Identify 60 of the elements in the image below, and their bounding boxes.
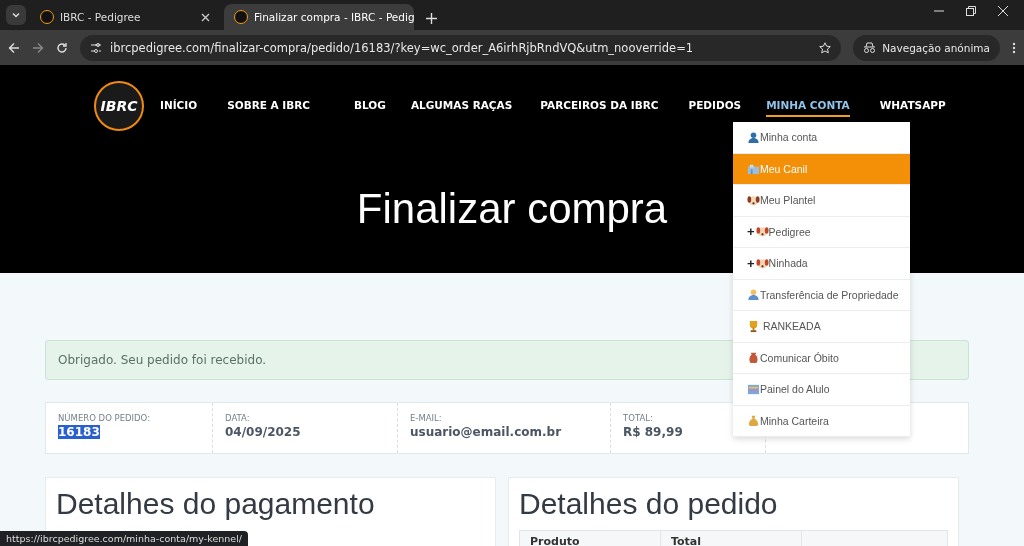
nav-link[interactable]: PEDIDOS <box>688 95 742 117</box>
overview-value: R$ 89,99 <box>623 425 683 439</box>
nav-link[interactable]: ALGUMAS RAÇAS <box>410 95 513 117</box>
add-dog-icon <box>755 225 769 239</box>
star-icon[interactable] <box>819 41 832 54</box>
site-logo[interactable]: IBRC <box>94 81 144 131</box>
urn-icon <box>747 351 760 365</box>
back-icon[interactable] <box>8 41 20 54</box>
more-icon[interactable] <box>1012 41 1016 54</box>
new-tab-icon[interactable] <box>426 13 437 24</box>
site-logo-icon <box>40 10 54 24</box>
overview-value: 16183 <box>58 425 100 439</box>
column-header: Total <box>661 531 802 546</box>
close-icon[interactable] <box>201 12 210 22</box>
bag-icon <box>747 414 760 428</box>
nav-link[interactable]: INÍCIO <box>160 95 198 117</box>
overview-label: E-MAIL: <box>410 413 443 423</box>
incognito-icon <box>863 42 877 53</box>
nav-link[interactable]: BLOG <box>354 95 386 117</box>
status-bar-url: https://ibrcpedigree.com/minha-conta/my-kennel/ <box>0 531 248 546</box>
overview-label: TOTAL: <box>623 413 654 423</box>
menu-item[interactable]: RANKEADA <box>733 311 910 343</box>
menu-item[interactable]: Comunicar Óbito <box>733 342 910 374</box>
browser-tab[interactable]: Finalizar compra - IBRC - Pedig <box>224 4 414 30</box>
section-heading: Detalhes do pagamento <box>56 486 376 522</box>
browser-tab[interactable]: IBRC - Pedigree <box>30 4 220 30</box>
menu-item[interactable]: Painel do Alulo <box>733 374 910 406</box>
menu-item[interactable]: + Pedigree <box>733 216 910 248</box>
incognito-button[interactable]: Navegação anónima <box>853 34 1000 61</box>
forward-icon[interactable] <box>32 41 44 54</box>
site-logo-icon <box>234 10 248 24</box>
close-icon[interactable] <box>998 6 1008 16</box>
menu-item[interactable]: Minha conta <box>733 122 910 154</box>
chevron-down-icon <box>11 10 21 20</box>
overview-label: NÚMERO DO PEDIDO: <box>58 413 152 423</box>
add-dog-icon <box>755 256 769 270</box>
trophy-icon <box>747 319 760 333</box>
menu-item[interactable]: Minha Carteira <box>733 405 910 437</box>
overview-label: DATA: <box>225 413 251 423</box>
overview-value: 04/09/2025 <box>225 425 301 439</box>
overview-value: usuario@email.com.br <box>410 425 562 439</box>
page-title: Finalizar compra <box>356 185 668 233</box>
user-icon <box>747 130 760 144</box>
nav-link[interactable]: MINHA CONTA <box>766 95 850 117</box>
nav-link[interactable]: WHATSAPP <box>879 95 946 117</box>
menu-item[interactable]: Transferência de Propriedade <box>733 279 910 311</box>
person-icon <box>747 288 760 302</box>
dog-icon <box>747 193 760 207</box>
kennel-icon <box>747 162 760 176</box>
site-settings-icon[interactable] <box>90 41 102 54</box>
nav-link[interactable]: SOBRE A IBRC <box>227 95 311 117</box>
restore-icon[interactable] <box>966 6 976 16</box>
section-heading: Detalhes do pedido <box>519 486 779 522</box>
tab-search-button[interactable] <box>6 5 26 25</box>
panel-icon <box>747 382 760 396</box>
nav-link[interactable]: PARCEIROS DA IBRC <box>540 95 659 117</box>
menu-item[interactable]: Meu Plantel <box>733 185 910 217</box>
column-header: Produto <box>520 531 661 546</box>
reload-icon[interactable] <box>56 41 68 54</box>
menu-item[interactable]: + Ninhada <box>733 248 910 280</box>
